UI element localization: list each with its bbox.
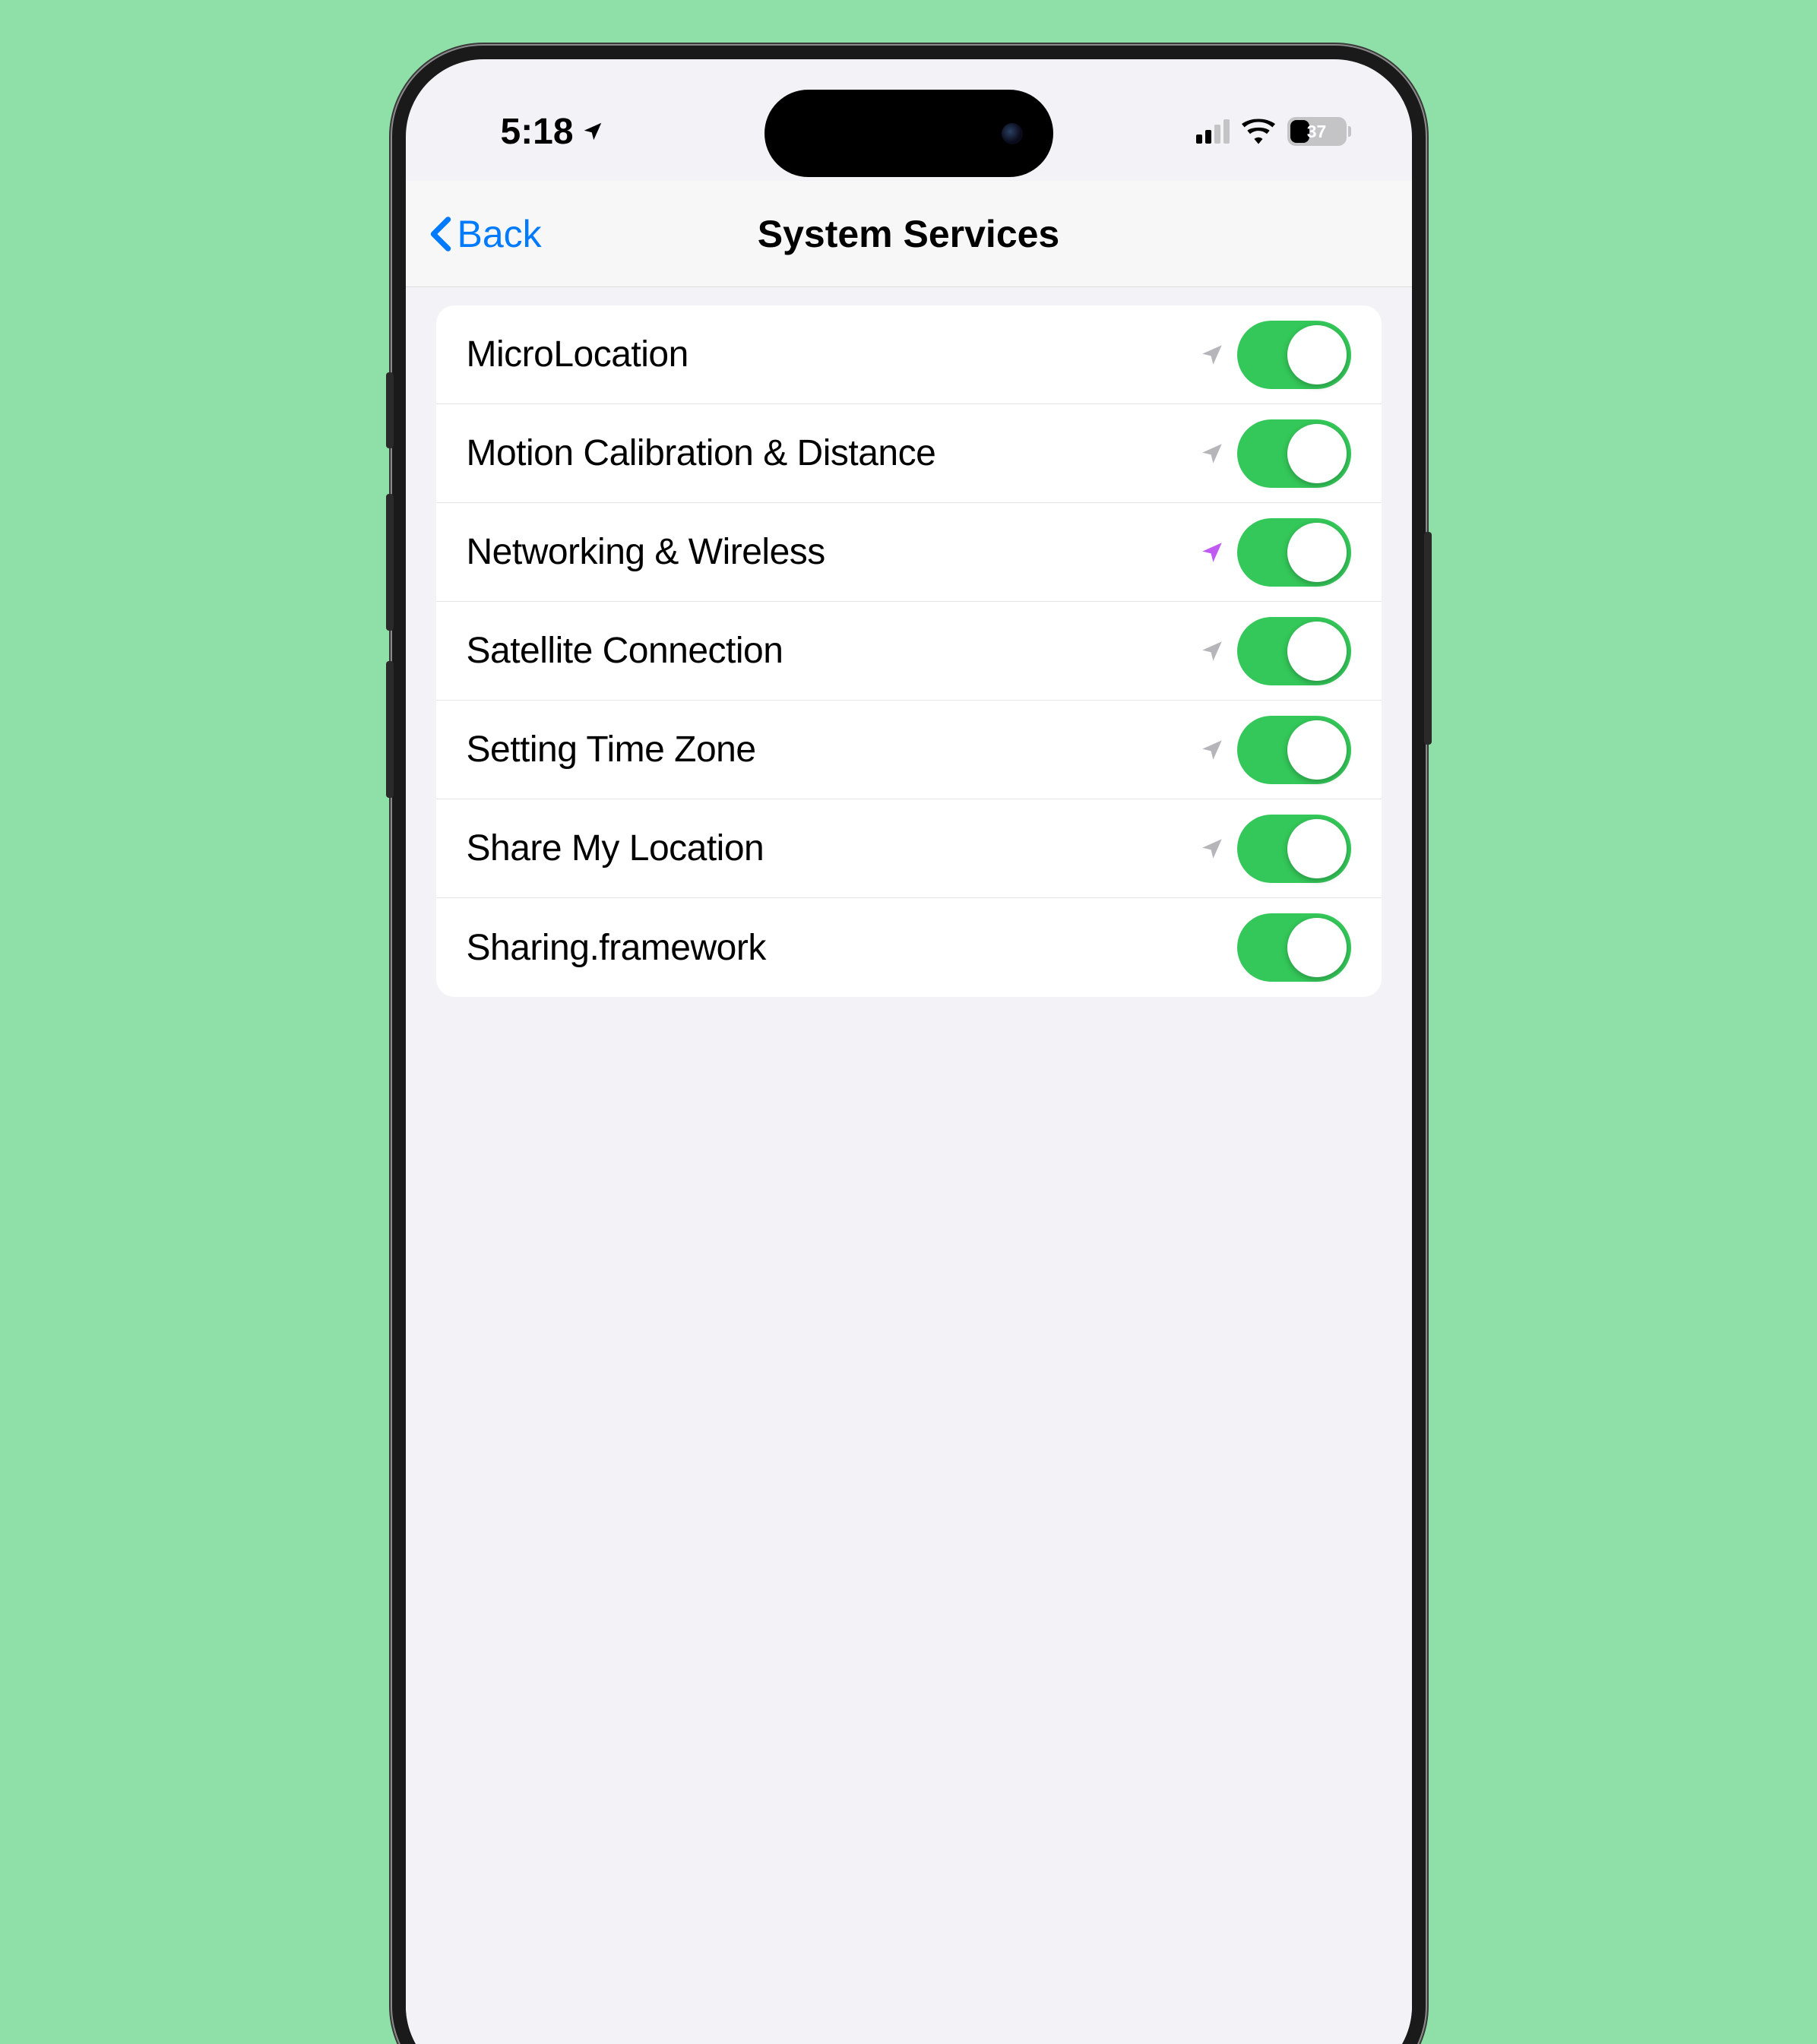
toggle-switch[interactable] [1237, 716, 1351, 784]
phone-frame: 5:18 [392, 46, 1426, 2044]
setting-controls [1199, 716, 1351, 784]
setting-row: Share My Location [436, 799, 1382, 898]
status-time: 5:18 [501, 111, 574, 153]
toggle-switch[interactable] [1237, 617, 1351, 685]
setting-row: Networking & Wireless [436, 503, 1382, 602]
status-left: 5:18 [501, 111, 604, 153]
dynamic-island [764, 90, 1053, 177]
cellular-signal-icon [1196, 119, 1230, 144]
location-arrow-icon [1199, 539, 1225, 565]
location-arrow-icon [1199, 342, 1225, 368]
toggle-switch[interactable] [1237, 815, 1351, 883]
setting-row: Sharing.framework [436, 898, 1382, 997]
battery-percent: 37 [1287, 122, 1347, 142]
setting-label: Motion Calibration & Distance [467, 432, 936, 474]
location-arrow-icon [1199, 737, 1225, 763]
toggle-switch[interactable] [1237, 913, 1351, 982]
location-indicator-icon [581, 120, 604, 143]
setting-label: MicroLocation [467, 334, 688, 375]
setting-row: Setting Time Zone [436, 701, 1382, 799]
back-label: Back [457, 212, 542, 256]
toggle-knob [1287, 325, 1347, 384]
setting-label: Networking & Wireless [467, 531, 825, 573]
chevron-left-icon [427, 216, 454, 252]
toggle-knob [1287, 424, 1347, 483]
settings-group: MicroLocation Motion Calibration & Distan… [436, 305, 1382, 997]
setting-controls [1199, 518, 1351, 587]
nav-title: System Services [406, 212, 1412, 256]
back-button[interactable]: Back [427, 212, 542, 256]
setting-row: Satellite Connection [436, 602, 1382, 701]
location-arrow-icon [1199, 441, 1225, 467]
location-arrow-icon [1199, 836, 1225, 862]
setting-controls [1199, 321, 1351, 389]
wifi-icon [1242, 119, 1275, 144]
toggle-switch[interactable] [1237, 321, 1351, 389]
battery-icon: 37 [1287, 117, 1351, 146]
nav-bar: Back System Services [406, 181, 1412, 287]
silent-switch [386, 372, 394, 448]
phone-screen: 5:18 [406, 59, 1412, 2044]
toggle-knob [1287, 720, 1347, 780]
setting-controls [1199, 815, 1351, 883]
toggle-knob [1287, 918, 1347, 977]
setting-controls [1199, 419, 1351, 488]
volume-down-button [386, 661, 394, 798]
setting-controls [1199, 617, 1351, 685]
toggle-switch[interactable] [1237, 518, 1351, 587]
toggle-knob [1287, 819, 1347, 878]
setting-row: MicroLocation [436, 305, 1382, 404]
setting-label: Setting Time Zone [467, 729, 756, 770]
setting-label: Sharing.framework [467, 927, 766, 969]
toggle-switch[interactable] [1237, 419, 1351, 488]
setting-label: Share My Location [467, 827, 764, 869]
status-right: 37 [1196, 117, 1351, 146]
front-camera [1002, 123, 1023, 144]
volume-up-button [386, 494, 394, 631]
setting-controls [1237, 913, 1351, 982]
content-area: MicroLocation Motion Calibration & Distan… [406, 287, 1412, 2044]
location-arrow-icon [1199, 638, 1225, 664]
power-button [1424, 532, 1432, 745]
setting-label: Satellite Connection [467, 630, 783, 672]
toggle-knob [1287, 523, 1347, 582]
setting-row: Motion Calibration & Distance [436, 404, 1382, 503]
toggle-knob [1287, 622, 1347, 681]
